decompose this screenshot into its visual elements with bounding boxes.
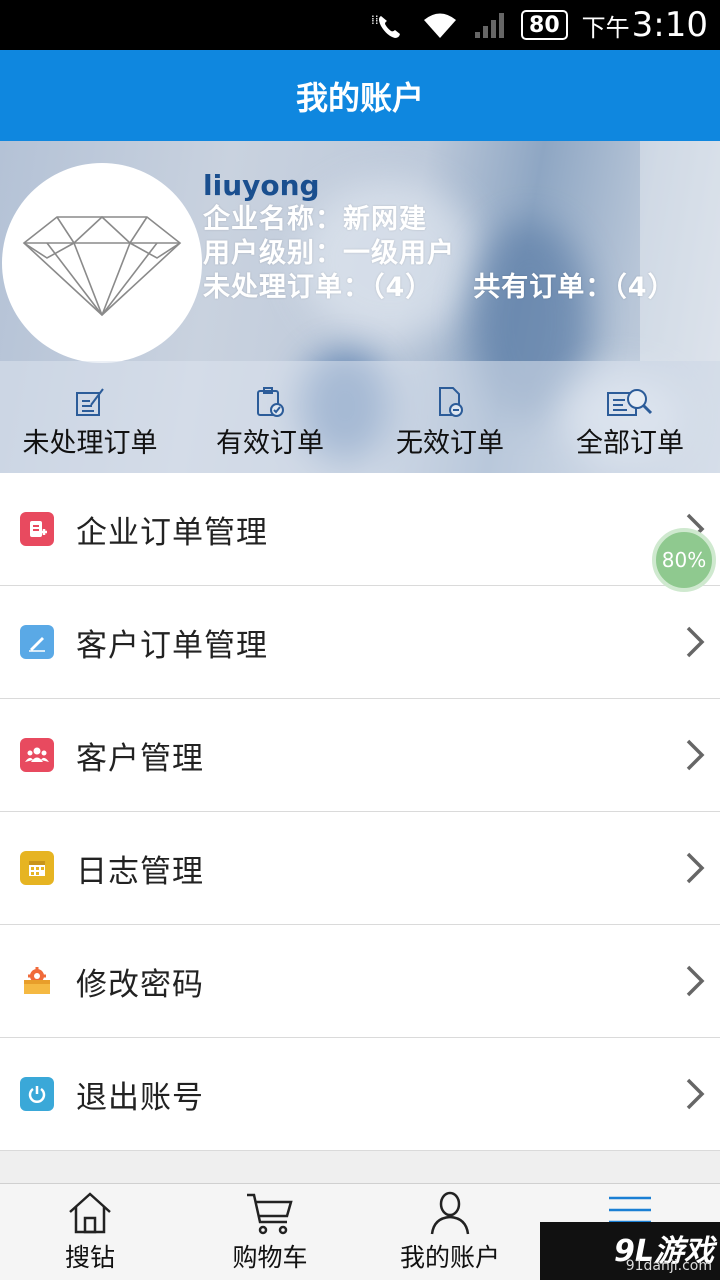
tab-my-account[interactable]: 我的账户	[360, 1184, 540, 1280]
gear-box-icon	[20, 964, 54, 998]
page-title: 我的账户	[295, 78, 424, 117]
header: 我的账户	[0, 50, 720, 141]
menu-enterprise-orders[interactable]: 企业订单管理	[0, 473, 720, 586]
pending-orders-count: 未处理订单：（4）	[203, 272, 434, 303]
battery-indicator: 80	[521, 10, 568, 40]
chevron-right-icon	[686, 852, 705, 884]
avatar[interactable]	[2, 163, 202, 363]
group-icon	[20, 738, 54, 772]
company-name: 企业名称：新网建	[203, 204, 427, 235]
calendar-icon	[20, 851, 54, 885]
account-menu: 企业订单管理 客户订单管理 客户管理 日志管理 修改密码 退出账号	[0, 473, 720, 1151]
signal-icon	[473, 10, 507, 40]
quick-all-orders[interactable]: 全部订单	[540, 361, 720, 473]
quick-pending-orders[interactable]: 未处理订单	[0, 361, 180, 473]
wifi-icon	[421, 10, 459, 40]
menu-customer-orders[interactable]: 客户订单管理	[0, 586, 720, 699]
call-icon: ⁞⁞	[371, 10, 407, 40]
watermark-logo: 9L游戏 91danji.com	[540, 1222, 720, 1280]
menu-logout[interactable]: 退出账号	[0, 1038, 720, 1151]
clock: 下午 3:10	[581, 5, 708, 45]
menu-log-management[interactable]: 日志管理	[0, 812, 720, 925]
chevron-right-icon	[686, 739, 705, 771]
user-icon	[430, 1191, 470, 1235]
edit-icon	[20, 625, 54, 659]
home-icon	[69, 1192, 111, 1234]
quick-valid-orders[interactable]: 有效订单	[180, 361, 360, 473]
tab-cart[interactable]: 购物车	[180, 1184, 360, 1280]
chevron-right-icon	[686, 965, 705, 997]
username: liuyong	[203, 169, 320, 202]
menu-customer-management[interactable]: 客户管理	[0, 699, 720, 812]
tab-search-diamond[interactable]: 搜钻	[0, 1184, 180, 1280]
profile-card: liuyong 企业名称：新网建 用户级别：一级用户 未处理订单：（4） 共有订…	[0, 141, 720, 473]
chevron-right-icon	[686, 1078, 705, 1110]
order-quick-actions: 未处理订单 有效订单 无效订单 全部订单	[0, 361, 720, 473]
svg-text:⁞⁞: ⁞⁞	[371, 13, 379, 27]
menu-change-password[interactable]: 修改密码	[0, 925, 720, 1038]
pencil-document-icon	[76, 388, 104, 416]
user-level: 用户级别：一级用户	[203, 238, 455, 269]
diamond-icon	[22, 215, 182, 317]
status-bar: ⁞⁞ 80 下午 3:10	[0, 0, 720, 50]
cart-icon	[247, 1193, 293, 1235]
floating-progress-badge[interactable]: 80%	[652, 528, 716, 592]
power-icon	[20, 1077, 54, 1111]
clipboard-check-icon	[257, 387, 284, 417]
document-invalid-icon	[439, 387, 463, 417]
profile-info: liuyong 企业名称：新网建 用户级别：一级用户 未处理订单：（4） 共有订…	[203, 169, 676, 305]
total-orders-count: 共有订单：（4）	[473, 272, 676, 303]
enterprise-order-icon	[20, 512, 54, 546]
chevron-right-icon	[686, 626, 705, 658]
search-list-icon	[607, 389, 653, 416]
quick-invalid-orders[interactable]: 无效订单	[360, 361, 540, 473]
